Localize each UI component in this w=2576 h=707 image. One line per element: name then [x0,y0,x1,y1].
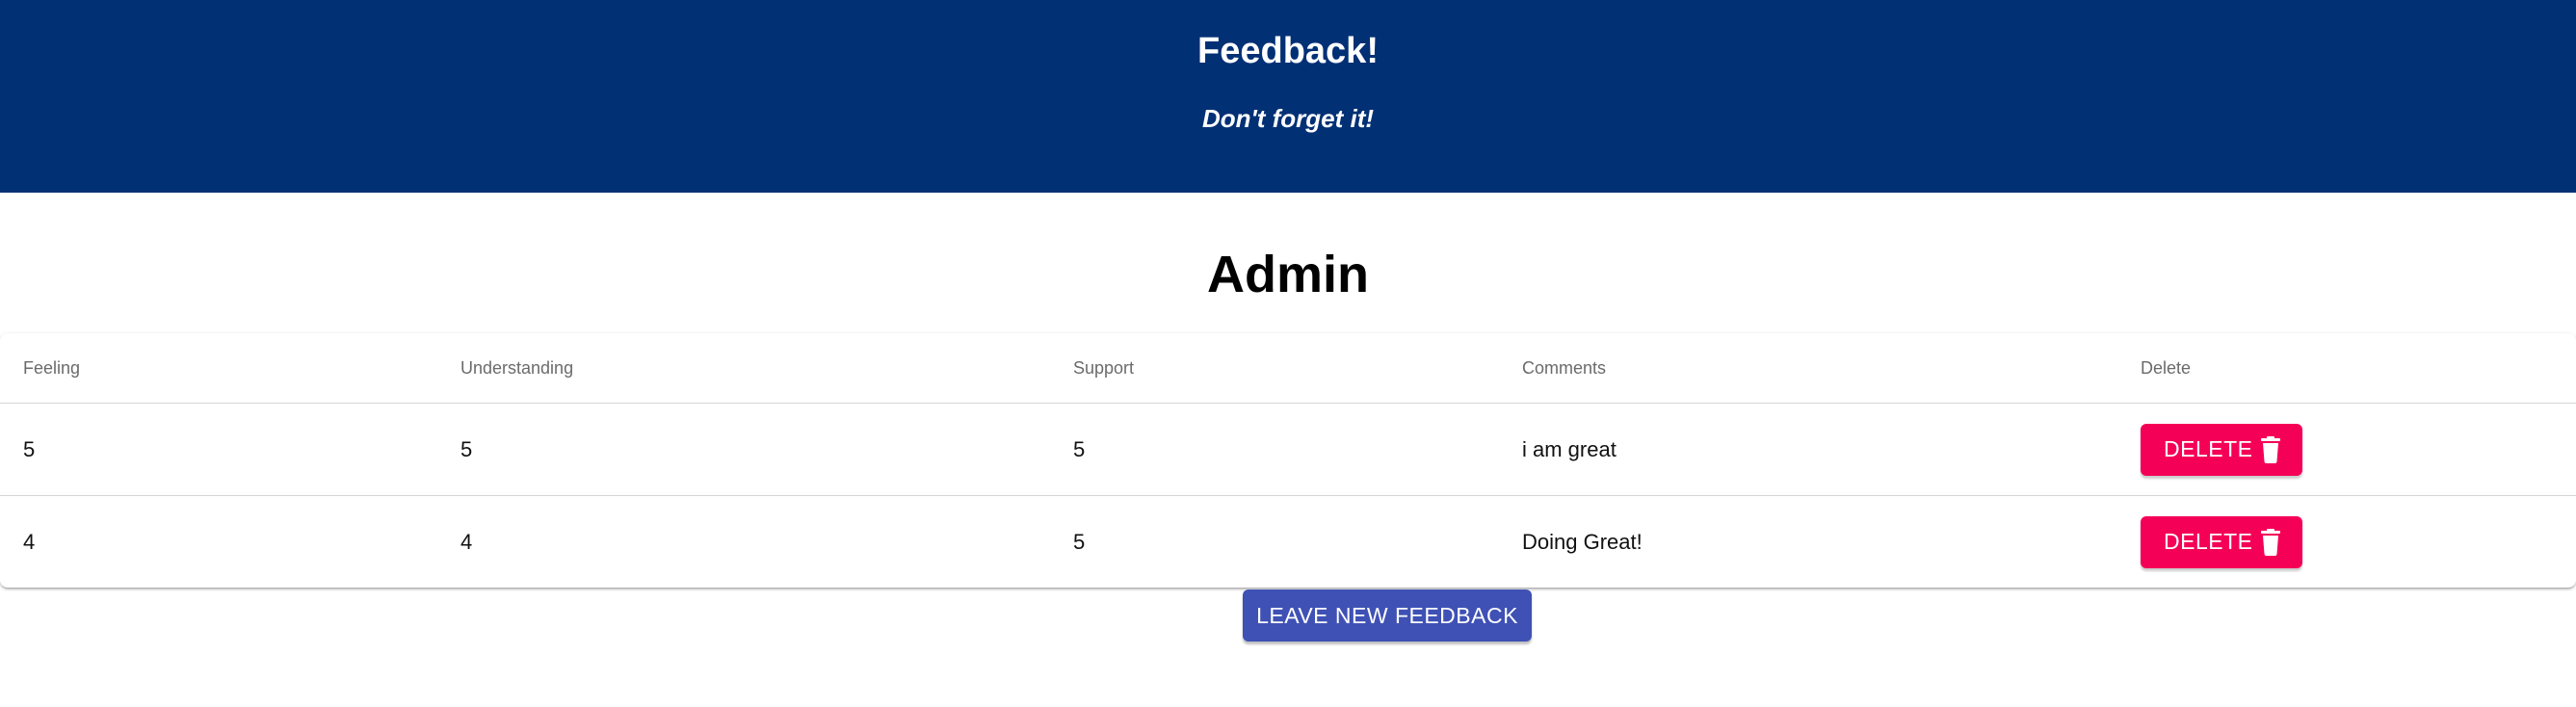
column-header-delete: Delete [2117,333,2576,404]
app-subtitle: Don't forget it! [1201,104,1375,133]
app-header: Feedback! Don't forget it! [0,0,2576,193]
page-title: Admin [1207,246,1369,303]
support-cell: 5 [1050,403,1499,496]
delete-button[interactable]: DELETE [2141,423,2303,476]
column-header-understanding: Understanding [437,333,1050,404]
table-row: 5 5 5 i am great DELETE [0,403,2576,496]
table-header-row: Feeling Understanding Support Comments D… [0,333,2576,404]
delete-cell: DELETE [2117,496,2576,589]
table-row: 4 4 5 Doing Great! DELETE [0,496,2576,589]
feeling-cell: 4 [23,529,36,554]
understanding-cell: 4 [460,529,473,554]
delete-button-label: DELETE [2164,436,2253,461]
trash-icon [2261,435,2281,463]
column-header-support: Support [1050,333,1499,404]
support-cell: 5 [1073,529,1086,554]
delete-button[interactable]: DELETE [2141,515,2303,568]
delete-button-label: DELETE [2164,529,2253,554]
understanding-cell: 5 [437,403,1050,496]
delete-cell: DELETE [2117,403,2576,496]
app-title: Feedback! [1197,31,1379,71]
leave-new-feedback-button[interactable]: LEAVE NEW FEEDBACK [1243,589,1532,642]
trash-icon [2261,528,2281,556]
feeling-cell: 5 [0,403,437,496]
comments-cell: Doing Great! [1522,529,1643,554]
feedback-table: Feeling Understanding Support Comments D… [0,333,2576,588]
column-header-feeling: Feeling [0,333,437,404]
comments-cell: i am great [1499,403,2117,496]
feedback-table-card: Feeling Understanding Support Comments D… [0,333,2576,588]
column-header-comments: Comments [1499,333,2117,404]
